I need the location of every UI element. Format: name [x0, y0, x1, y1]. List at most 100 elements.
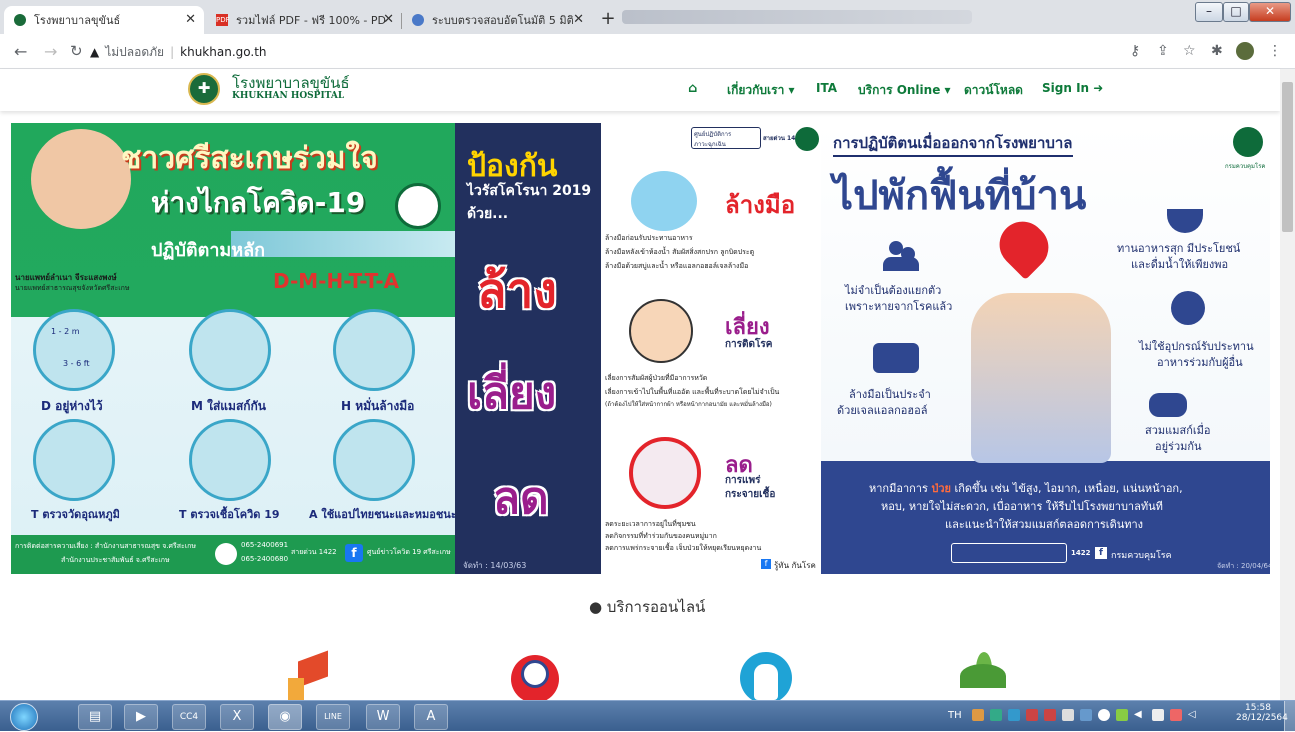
network-icon[interactable]: [1152, 709, 1164, 721]
facebook-icon: f: [345, 544, 363, 562]
test-tube-icon: [189, 419, 271, 501]
word-icon[interactable]: W: [366, 704, 400, 730]
clock[interactable]: 15:58 28/12/2564: [1236, 703, 1288, 723]
rice-bowl-icon: [1167, 209, 1203, 233]
dental-service-icon[interactable]: [740, 652, 792, 700]
banner4-big: ไปพักฟื้นที่บ้าน: [833, 173, 1087, 219]
tab-close-icon[interactable]: ✕: [573, 12, 584, 27]
share-icon[interactable]: ⇪: [1157, 43, 1169, 59]
nav-download[interactable]: ดาวน์โหลด: [964, 81, 1023, 100]
show-desktop-button[interactable]: [1284, 701, 1295, 732]
footer-phone2: 065-2400680: [241, 555, 289, 563]
tray-icon[interactable]: [1170, 709, 1182, 721]
hospital-logo[interactable]: ✚: [188, 73, 220, 105]
profile-avatar[interactable]: [1236, 42, 1254, 60]
people-icon: [879, 239, 923, 273]
banner3-fb: รู้ทัน กันโรค: [774, 561, 816, 570]
cc4-app-icon[interactable]: CC4: [172, 704, 206, 730]
tray-icon[interactable]: [1062, 709, 1074, 721]
nav-online-services[interactable]: บริการ Online ▾: [858, 81, 951, 100]
tab-title: รวมไฟล์ PDF - ฟรี 100% - PDF24 T: [236, 14, 386, 27]
hospital-name-english[interactable]: KHUKHAN HOSPITAL: [232, 91, 344, 101]
banner2-sub2: ด้วย...: [467, 206, 509, 222]
more-menu-icon[interactable]: ⋮: [1268, 43, 1282, 59]
wash-line-3: ล้างมือด้วยสบู่และน้ำ หรือแอลกอฮอล์เจลล้…: [605, 262, 749, 270]
herbal-service-icon[interactable]: [958, 650, 1008, 700]
nav-ita[interactable]: ITA: [816, 81, 837, 95]
banner1-footer: การติดต่อสารความเสี่ยง : สำนักงานสาธารณส…: [11, 535, 455, 574]
banner1-title1: ชาวศรีสะเกษร่วมใจ: [121, 141, 378, 176]
acrobat-icon[interactable]: A: [414, 704, 448, 730]
window-close-button[interactable]: ✕: [1249, 2, 1291, 22]
system-tray[interactable]: ◀ ◁: [972, 709, 1212, 725]
footer-contact2: สำนักงานประชาสัมพันธ์ จ.ศรีสะเกษ: [61, 556, 170, 564]
media-player-icon[interactable]: ▶: [124, 704, 158, 730]
banner-prevent[interactable]: ป้องกัน ไวรัสโคโรนา 2019 ด้วย... ล้าง เล…: [455, 123, 601, 574]
chrome-icon[interactable]: ◉: [268, 704, 302, 730]
handwash-icon: [333, 309, 415, 391]
tab-close-icon[interactable]: ✕: [185, 12, 196, 27]
banner4-bottom2: หอบ, หายใจไม่สะดวก, เบื่ออาหาร ให้รีบไปโ…: [881, 500, 1163, 513]
tray-icon[interactable]: [972, 709, 984, 721]
clock-date: 28/12/2564: [1236, 713, 1288, 723]
nav-about[interactable]: เกี่ยวกับเรา ▾: [727, 81, 795, 100]
avoid-line-1: เลี่ยงการสัมผัสผู้ป่วยที่มีอาการหวัด: [605, 374, 708, 382]
key-icon[interactable]: ⚷: [1130, 43, 1140, 59]
bookmark-star-icon[interactable]: ☆: [1183, 43, 1196, 59]
nav-signin[interactable]: Sign In ➜: [1042, 81, 1103, 95]
banner-home-recovery[interactable]: การปฏิบัติตนเมื่อออกจากโรงพยาบาล กรมควบค…: [821, 123, 1270, 574]
browser-tab-strip: โรงพยาบาลขุขันธ์ ✕ PDF รวมไฟล์ PDF - ฟรี…: [0, 0, 1295, 34]
home-icon[interactable]: ⌂: [688, 81, 697, 96]
tray-icon[interactable]: [1098, 709, 1110, 721]
file-explorer-icon[interactable]: ▤: [78, 704, 112, 730]
tab-title: โรงพยาบาลขุขันธ์: [34, 14, 121, 27]
window-title-blur: [622, 10, 972, 24]
tray-icon[interactable]: [1080, 709, 1092, 721]
back-icon[interactable]: ←: [14, 42, 27, 61]
new-tab-button[interactable]: +: [597, 9, 619, 31]
moph-seal-icon: [395, 183, 441, 229]
excel-icon[interactable]: X: [220, 704, 254, 730]
banner-dmhtta[interactable]: ชาวศรีสะเกษร่วมใจ ห่างไกลโควิด-19 นายแพท…: [11, 123, 455, 574]
banner4-footer-dept: กรมควบคุมโรค: [1111, 551, 1172, 561]
tab-pdf24[interactable]: PDF รวมไฟล์ PDF - ฟรี 100% - PDF24 T ✕: [206, 6, 402, 34]
banner4-bottom3: และแนะนำให้สวมแมสก์ตลอดการเดินทาง: [945, 518, 1144, 531]
start-button[interactable]: [10, 703, 38, 731]
tray-icon[interactable]: [1026, 709, 1038, 721]
reload-icon[interactable]: ↻: [70, 42, 83, 60]
phone-icon: [215, 543, 237, 565]
speaker-icon[interactable]: ◁: [1188, 709, 1200, 721]
tab-close-icon[interactable]: ✕: [383, 12, 394, 27]
wash-line-2: ล้างมือหลังเข้าห้องน้ำ สัมผัสสิ่งสกปรก ล…: [605, 248, 755, 256]
banner1-person-title: นายแพทย์สาธารณสุขจังหวัดศรีสะเกษ: [15, 284, 130, 292]
minimize-button[interactable]: –: [1195, 2, 1223, 22]
address-bar[interactable]: ▲ ไม่ปลอดภัย | khukhan.go.th: [90, 41, 1110, 63]
maximize-button[interactable]: □: [1223, 2, 1249, 22]
tab-five-dimension[interactable]: ระบบตรวจสอบอัตโนมัติ 5 มิติ ✕: [402, 6, 592, 34]
tray-icon[interactable]: [1008, 709, 1020, 721]
line-app-icon[interactable]: LINE: [316, 704, 350, 730]
volume-icon[interactable]: ◀: [1134, 709, 1146, 721]
wash-line-1: ล้างมือก่อนรับประทานอาหาร: [605, 234, 693, 242]
tray-icon[interactable]: [1116, 709, 1128, 721]
extensions-icon[interactable]: ✱: [1211, 43, 1223, 59]
banner-wash-avoid-reduce[interactable]: ศูนย์ปฏิบัติการ ภาวะฉุกเฉิน สายด่วน 1422…: [601, 123, 821, 574]
tab-khukhan[interactable]: โรงพยาบาลขุขันธ์ ✕: [4, 6, 204, 34]
language-indicator[interactable]: TH: [948, 710, 962, 721]
masked-face-icon: [629, 299, 693, 363]
browser-toolbar: ← → ↻ ▲ ไม่ปลอดภัย | khukhan.go.th ⚷ ⇪ ☆…: [0, 34, 1295, 69]
hospital-service-icon[interactable]: [508, 652, 562, 700]
announcement-service-icon[interactable]: [284, 650, 330, 700]
forward-icon[interactable]: →: [44, 42, 57, 61]
tray-icon[interactable]: [1044, 709, 1056, 721]
no-crowd-icon: [629, 437, 701, 509]
pdf-favicon-icon: PDF: [216, 14, 230, 26]
banner1-subtitle: ปฏิบัติตามหลัก: [151, 240, 266, 261]
tray-icon[interactable]: [990, 709, 1002, 721]
bottom1b: ป่วย: [931, 482, 951, 495]
reduce-line-3: ลดการแพร่กระจายเชื้อ เจ็บป่วยให้หยุดเรีย…: [605, 544, 762, 552]
banner4-footer-logos: [951, 543, 1067, 563]
address-divider: |: [170, 45, 175, 59]
facebook-icon: f: [761, 559, 771, 569]
scrollbar-thumb[interactable]: [1282, 82, 1293, 232]
